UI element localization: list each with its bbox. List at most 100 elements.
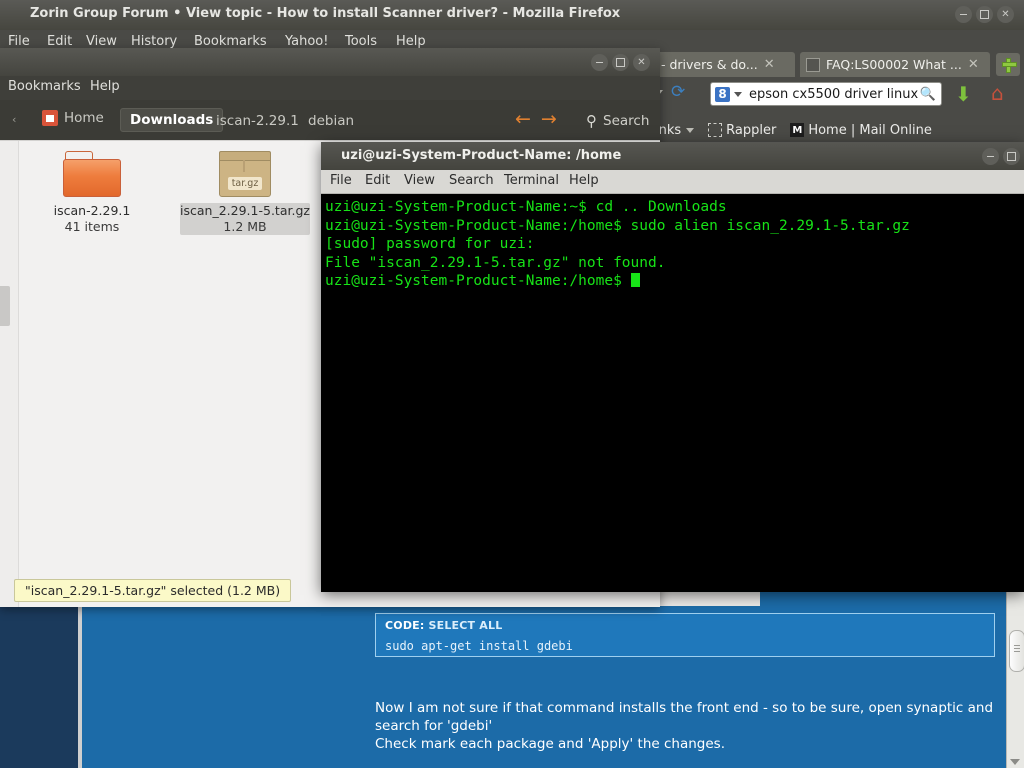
downloads-icon[interactable]: ⬇: [955, 84, 972, 104]
menu-view[interactable]: View: [86, 34, 117, 49]
file-detail: 41 items: [27, 219, 157, 235]
sidebar-resize-handle[interactable]: [0, 286, 10, 326]
archive-type-badge: tar.gz: [228, 177, 262, 190]
menu-help[interactable]: Help: [396, 34, 426, 49]
maximize-button[interactable]: [976, 6, 993, 23]
scrollbar-thumb[interactable]: [1009, 630, 1024, 672]
home-folder-icon: [42, 110, 58, 126]
code-label: CODE:: [385, 619, 424, 632]
terminal-window-controls: [982, 148, 1020, 165]
file-manager-search[interactable]: ⚲ Search: [586, 112, 649, 130]
path-previous-button[interactable]: ‹: [12, 113, 16, 126]
file-item-archive[interactable]: tar.gz iscan_2.29.1-5.tar.gz 1.2 MB: [180, 151, 310, 235]
chevron-down-icon[interactable]: [734, 92, 742, 97]
breadcrumb-iscan[interactable]: iscan-2.29.1: [216, 113, 299, 129]
search-input[interactable]: 8 epson cx5500 driver linux 🔍: [710, 82, 942, 106]
file-manager-window-controls: ✕: [591, 54, 650, 71]
page-scrollbar[interactable]: [1006, 590, 1024, 768]
breadcrumb-home[interactable]: Home: [42, 110, 104, 126]
search-engine-icon[interactable]: 8: [715, 87, 730, 102]
file-manager-sidebar: [0, 141, 19, 607]
forward-arrow-icon[interactable]: →: [541, 110, 557, 129]
terminal-line: File "iscan_2.29.1-5.tar.gz" not found.: [325, 254, 1024, 273]
code-block-header: CODE: SELECT ALL: [385, 619, 502, 632]
scroll-down-arrow-icon[interactable]: [1010, 759, 1020, 765]
firefox-tab-bar: - drivers & do... ✕ FAQ:LS00002 What ...…: [655, 52, 1024, 77]
terminal-prompt-line: uzi@uzi-System-Product-Name:/home$: [325, 272, 1024, 291]
breadcrumb-downloads[interactable]: Downloads: [120, 108, 223, 132]
forum-code-block[interactable]: CODE: SELECT ALL sudo apt-get install gd…: [375, 613, 995, 657]
file-manager-menubar: Bookmarks Help: [0, 76, 660, 100]
select-all-link[interactable]: SELECT ALL: [429, 619, 503, 632]
code-block-command: sudo apt-get install gdebi: [385, 639, 573, 653]
firefox-titlebar: Zorin Group Forum • View topic - How to …: [0, 0, 1024, 30]
menu-yahoo[interactable]: Yahoo!: [285, 34, 328, 49]
close-button[interactable]: ✕: [997, 6, 1014, 23]
menu-terminal[interactable]: Terminal: [504, 173, 559, 188]
status-bar-message: "iscan_2.29.1-5.tar.gz" selected (1.2 MB…: [14, 579, 291, 602]
new-tab-button[interactable]: [996, 53, 1020, 76]
menu-help[interactable]: Help: [569, 173, 599, 188]
forum-paragraph: Now I am not sure if that command instal…: [375, 699, 1005, 735]
minimize-icon: [960, 14, 967, 16]
firefox-window-controls: ✕: [955, 6, 1014, 23]
tab-drivers[interactable]: - drivers & do... ✕: [655, 52, 795, 77]
menu-help[interactable]: Help: [90, 79, 120, 94]
search-input-value: epson cx5500 driver linux: [749, 87, 920, 102]
menu-search[interactable]: Search: [449, 173, 494, 188]
scrollbar-grip-icon: [1014, 645, 1020, 646]
navigation-arrows: ← →: [515, 110, 557, 129]
archive-icon: tar.gz: [217, 151, 273, 197]
menu-history[interactable]: History: [131, 34, 177, 49]
menu-view[interactable]: View: [404, 173, 435, 188]
menu-edit[interactable]: Edit: [365, 173, 390, 188]
search-icon[interactable]: 🔍: [920, 87, 936, 102]
minimize-button[interactable]: [982, 148, 999, 165]
bookmark-favicon: [708, 123, 722, 137]
tab-label: - drivers & do...: [661, 57, 758, 72]
back-arrow-icon[interactable]: ←: [515, 110, 531, 129]
terminal-title: uzi@uzi-System-Product-Name: /home: [341, 148, 621, 163]
bookmark-favicon: M: [790, 123, 804, 137]
tab-close-icon[interactable]: ✕: [764, 57, 775, 72]
close-button[interactable]: ✕: [633, 54, 650, 71]
close-icon: ✕: [637, 58, 645, 68]
tab-favicon: [806, 58, 820, 72]
tab-faq[interactable]: FAQ:LS00002 What ... ✕: [800, 52, 990, 77]
maximize-icon: [616, 58, 625, 67]
file-manager-pathbar: ‹ Home Downloads iscan-2.29.1 debian ← →…: [0, 100, 660, 140]
minimize-icon: [596, 62, 603, 64]
firefox-navigation-toolbar: ⟳ 8 epson cx5500 driver linux 🔍 ⬇ ⌂: [655, 82, 1024, 110]
plus-icon: [1002, 58, 1015, 71]
breadcrumb-debian[interactable]: debian: [308, 113, 354, 129]
maximize-icon: [1007, 152, 1016, 161]
search-label: Search: [603, 113, 649, 129]
bookmark-links[interactable]: inks: [655, 123, 694, 138]
maximize-button[interactable]: [1003, 148, 1020, 165]
folder-icon: [63, 151, 121, 197]
menu-file[interactable]: File: [330, 173, 352, 188]
minimize-button[interactable]: [591, 54, 608, 71]
menu-tools[interactable]: Tools: [345, 34, 377, 49]
file-item-folder[interactable]: iscan-2.29.1 41 items: [27, 151, 157, 235]
menu-bookmarks[interactable]: Bookmarks: [8, 79, 81, 94]
file-detail: 1.2 MB: [180, 219, 310, 235]
maximize-button[interactable]: [612, 54, 629, 71]
search-icon: ⚲: [586, 112, 597, 130]
bookmark-rappler[interactable]: Rappler: [708, 123, 776, 138]
bookmarks-toolbar: inks Rappler M Home | Mail Online: [655, 118, 1024, 142]
bookmark-mail-online[interactable]: M Home | Mail Online: [790, 123, 932, 138]
terminal-screen[interactable]: uzi@uzi-System-Product-Name:~$ cd .. Dow…: [321, 194, 1024, 592]
tab-close-icon[interactable]: ✕: [968, 57, 979, 72]
terminal-window: uzi@uzi-System-Product-Name: /home File …: [321, 142, 1024, 591]
file-name: iscan-2.29.1: [27, 203, 157, 219]
home-icon[interactable]: ⌂: [991, 83, 1004, 103]
menu-file[interactable]: File: [8, 34, 30, 49]
bookmark-label: Rappler: [726, 123, 776, 138]
file-name: iscan_2.29.1-5.tar.gz: [180, 203, 310, 219]
menu-bookmarks[interactable]: Bookmarks: [194, 34, 267, 49]
reload-icon[interactable]: ⟳: [671, 84, 685, 101]
forum-paragraph: Check mark each package and 'Apply' the …: [375, 735, 1005, 753]
minimize-button[interactable]: [955, 6, 972, 23]
menu-edit[interactable]: Edit: [47, 34, 72, 49]
